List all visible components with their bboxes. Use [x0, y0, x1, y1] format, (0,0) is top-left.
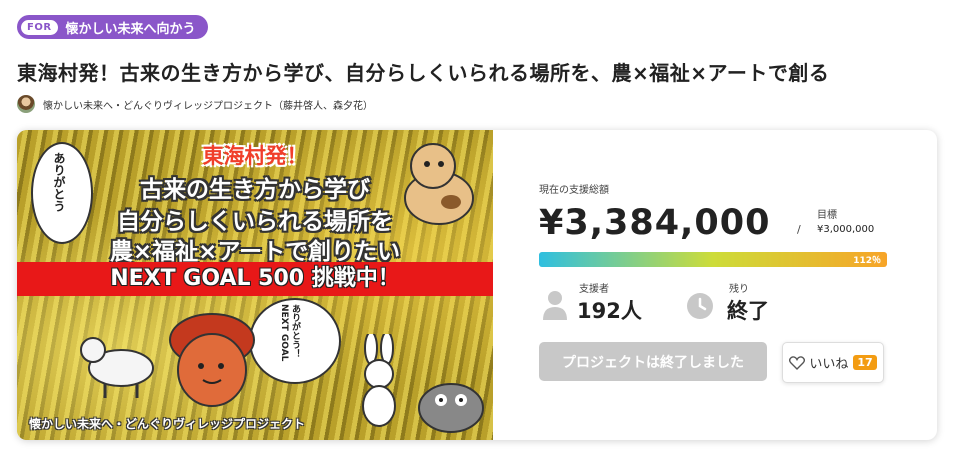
avatar: [17, 95, 35, 113]
total-amount: ¥3,384,000: [539, 203, 771, 243]
like-count-badge: 17: [853, 355, 877, 370]
project-title: 東海村発！古来の生き方から学び、自分らしくいられる場所を、農×福祉×アートで創る: [17, 61, 830, 85]
bubble-right-text: ありがとう！NEXT GOAL: [279, 304, 300, 362]
goal-separator: /: [797, 223, 801, 236]
funding-progress-bar: 112％: [539, 252, 887, 267]
goal-amount: ¥3,000,000: [817, 224, 875, 235]
progress-fill: 112％: [539, 252, 887, 267]
funding-stats: 現在の支援総額 ¥3,384,000 / 目標 ¥3,000,000 112％ …: [539, 130, 919, 440]
hero-headline-line2: 古来の生き方から学び: [140, 177, 370, 203]
remaining-value: 終了: [727, 299, 769, 323]
rabbit-illustration: [362, 334, 396, 427]
clock-icon: [687, 293, 713, 319]
hero-headline-line3: 自分らしくいられる場所を: [117, 209, 393, 235]
hero-headline-line4: 農×福祉×アートで創りたい: [109, 239, 401, 265]
cat-illustration: [418, 383, 484, 433]
next-goal-banner: NEXT GOAL 500 挑戦中！: [17, 262, 493, 296]
goal-label: 目標: [817, 210, 837, 221]
remaining-label: 残り: [729, 284, 749, 295]
project-ended-button[interactable]: プロジェクトは終了しました: [539, 342, 767, 381]
hero-headline-location: 東海村発！: [202, 144, 308, 168]
hero-project-name: 懐かしい未来へ・どんぐりヴィレッジプロジェクト: [29, 417, 306, 431]
supporters-count: 192人: [577, 299, 642, 323]
category-label: 懐かしい未来へ向かう: [65, 21, 196, 37]
like-label: いいね: [809, 357, 849, 372]
project-card: ありがとう ありがとう！NEXT GOAL 東海村発！ 古来の生き方から学び 自…: [17, 130, 937, 440]
like-button[interactable]: いいね 17: [782, 342, 884, 383]
supporters-label: 支援者: [579, 284, 609, 295]
for-tag: FOR: [21, 19, 58, 35]
heart-icon: [789, 355, 806, 370]
progress-percent: 112％: [853, 256, 881, 266]
acorn-character-illustration: [169, 313, 255, 407]
person-icon: [543, 291, 567, 320]
total-label: 現在の支援総額: [539, 185, 609, 196]
owner-name: 懐かしい未来へ・どんぐりヴィレッジプロジェクト（藤井啓人、森夕花）: [43, 100, 373, 112]
category-badge[interactable]: FOR 懐かしい未来へ向かう: [17, 15, 208, 39]
goat-illustration: [80, 337, 154, 398]
project-owner[interactable]: 懐かしい未来へ・どんぐりヴィレッジプロジェクト（藤井啓人、森夕花）: [17, 95, 373, 113]
hero-image: ありがとう ありがとう！NEXT GOAL 東海村発！ 古来の生き方から学び 自…: [17, 130, 493, 440]
